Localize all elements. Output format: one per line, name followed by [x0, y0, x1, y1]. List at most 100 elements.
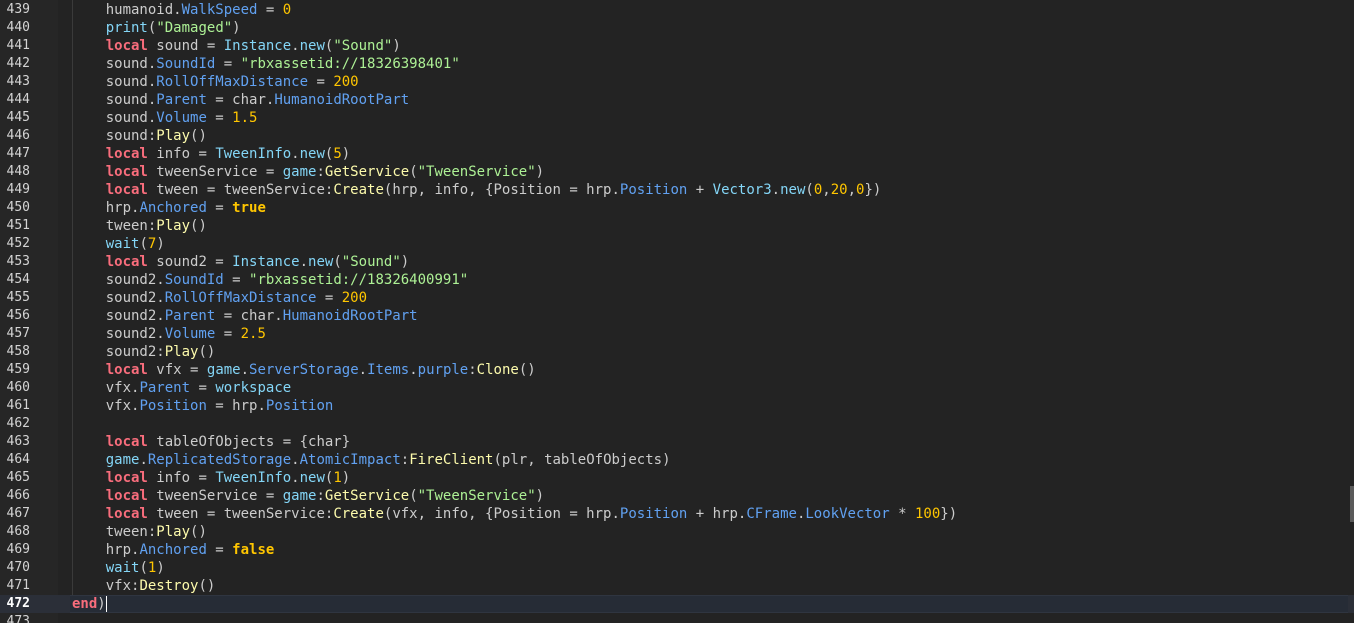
code-line[interactable]: 467 local tween = tweenService:Create(vf…: [0, 505, 1354, 523]
code-line[interactable]: 446 sound:Play(): [0, 127, 1354, 145]
code-token: 20: [830, 182, 848, 198]
code-token: false: [232, 542, 275, 558]
code-text: sound.SoundId = "rbxassetid://1832639840…: [72, 55, 460, 73]
script-editor[interactable]: 439 humanoid.WalkSpeed = 0 440 print("Dam…: [0, 0, 1354, 623]
code-line[interactable]: 448 local tweenService = game:GetService…: [0, 163, 1354, 181]
code-token: Volume: [164, 326, 216, 342]
code-text: wait(7): [72, 235, 165, 253]
code-token: = char.: [206, 92, 275, 108]
code-line[interactable]: 439 humanoid.WalkSpeed = 0: [0, 1, 1354, 19]
line-number: 455: [6, 290, 30, 305]
line-number: 472: [6, 596, 30, 611]
code-token: Position: [139, 398, 207, 414]
code-line[interactable]: 442 sound.SoundId = "rbxassetid://183263…: [0, 55, 1354, 73]
code-text: vfx:Destroy(): [72, 577, 216, 595]
code-token: =: [215, 326, 241, 342]
code-text: local info = TweenInfo.new(5): [72, 145, 351, 163]
code-line[interactable]: 445 sound.Volume = 1.5: [0, 109, 1354, 127]
code-line[interactable]: 471 vfx:Destroy(): [0, 577, 1354, 595]
code-token: Parent: [139, 380, 191, 396]
code-text: sound.Parent = char.HumanoidRootPart: [72, 91, 409, 109]
line-number: 473: [6, 614, 30, 623]
code-line[interactable]: 452 wait(7): [0, 235, 1354, 253]
code-token: "Damaged": [156, 20, 233, 36]
code-token: game: [105, 452, 140, 468]
code-token: Play: [164, 344, 199, 360]
code-line[interactable]: 444 sound.Parent = char.HumanoidRootPart: [0, 91, 1354, 109]
code-line[interactable]: 473: [0, 613, 1354, 623]
code-token: ): [232, 20, 241, 36]
code-token: wait: [105, 560, 140, 576]
line-number: 444: [6, 92, 30, 107]
code-line[interactable]: 461 vfx.Position = hrp.Position: [0, 397, 1354, 415]
code-token: ): [535, 164, 545, 180]
code-line[interactable]: 453 local sound2 = Instance.new("Sound"): [0, 253, 1354, 271]
code-token: local: [105, 254, 148, 270]
code-token: print: [105, 20, 148, 36]
code-token: :: [316, 164, 325, 180]
code-text: hrp.Anchored = false: [72, 541, 275, 559]
code-token: "Sound": [341, 254, 401, 270]
code-line[interactable]: 456 sound2.Parent = char.HumanoidRootPar…: [0, 307, 1354, 325]
code-token: GetService: [324, 488, 410, 504]
code-token: info =: [147, 146, 216, 162]
code-token: .: [139, 452, 148, 468]
code-token: local: [105, 506, 148, 522]
code-token: Position: [619, 506, 688, 522]
code-line[interactable]: 466 local tweenService = game:GetService…: [0, 487, 1354, 505]
code-token: "TweenService": [417, 164, 536, 180]
line-number: 449: [6, 182, 30, 197]
code-line[interactable]: 451 tween:Play(): [0, 217, 1354, 235]
code-line[interactable]: 443 sound.RollOffMaxDistance = 200: [0, 73, 1354, 91]
code-text: sound.RollOffMaxDistance = 200: [72, 73, 359, 91]
code-token: =: [316, 290, 342, 306]
code-line[interactable]: 462: [0, 415, 1354, 433]
code-token: RollOffMaxDistance: [156, 74, 309, 90]
code-token: tweenService =: [147, 488, 283, 504]
code-token: sound2.: [72, 326, 165, 342]
code-text: end): [72, 595, 107, 613]
code-line[interactable]: 447 local info = TweenInfo.new(5): [0, 145, 1354, 163]
code-line[interactable]: 463 local tableOfObjects = {char}: [0, 433, 1354, 451]
code-token: "TweenService": [417, 488, 536, 504]
code-line[interactable]: 460 vfx.Parent = workspace: [0, 379, 1354, 397]
code-line[interactable]: 469 hrp.Anchored = false: [0, 541, 1354, 559]
line-number: 446: [6, 128, 30, 143]
code-line[interactable]: 458 sound2:Play(): [0, 343, 1354, 361]
code-line[interactable]: 441 local sound = Instance.new("Sound"): [0, 37, 1354, 55]
code-text: tween:Play(): [72, 523, 207, 541]
line-number: 443: [6, 74, 30, 89]
code-token: HumanoidRootPart: [274, 92, 410, 108]
code-token: .: [299, 254, 309, 270]
line-number: 445: [6, 110, 30, 125]
code-token: ): [341, 470, 351, 486]
code-line[interactable]: 470 wait(1): [0, 559, 1354, 577]
code-line[interactable]: 465 local info = TweenInfo.new(1): [0, 469, 1354, 487]
code-line[interactable]: 449 local tween = tweenService:Create(hr…: [0, 181, 1354, 199]
code-line[interactable]: 468 tween:Play(): [0, 523, 1354, 541]
code-area[interactable]: 439 humanoid.WalkSpeed = 0 440 print("Dam…: [0, 0, 1354, 623]
scrollbar-thumb[interactable]: [1350, 486, 1354, 522]
code-text: sound2.RollOffMaxDistance = 200: [72, 289, 367, 307]
code-line[interactable]: 459 local vfx = game.ServerStorage.Items…: [0, 361, 1354, 379]
code-token: vfx =: [147, 362, 207, 378]
code-line[interactable]: 464 game.ReplicatedStorage.AtomicImpact:…: [0, 451, 1354, 469]
code-token: =: [206, 200, 233, 216]
code-line[interactable]: 454 sound2.SoundId = "rbxassetid://18326…: [0, 271, 1354, 289]
code-token: (: [139, 560, 148, 576]
code-token: sound2:: [72, 344, 165, 360]
code-line[interactable]: 455 sound2.RollOffMaxDistance = 200: [0, 289, 1354, 307]
code-token: sound.: [72, 56, 157, 72]
code-line[interactable]: 450 hrp.Anchored = true: [0, 199, 1354, 217]
code-line[interactable]: 472 end): [0, 595, 1354, 613]
code-text: local info = TweenInfo.new(1): [72, 469, 351, 487]
line-number: 439: [6, 2, 30, 17]
line-number: 459: [6, 362, 30, 377]
code-line[interactable]: 440 print("Damaged"): [0, 19, 1354, 37]
code-line[interactable]: 457 sound2.Volume = 2.5: [0, 325, 1354, 343]
line-number: 442: [6, 56, 30, 71]
code-token: sound2.: [72, 272, 165, 288]
